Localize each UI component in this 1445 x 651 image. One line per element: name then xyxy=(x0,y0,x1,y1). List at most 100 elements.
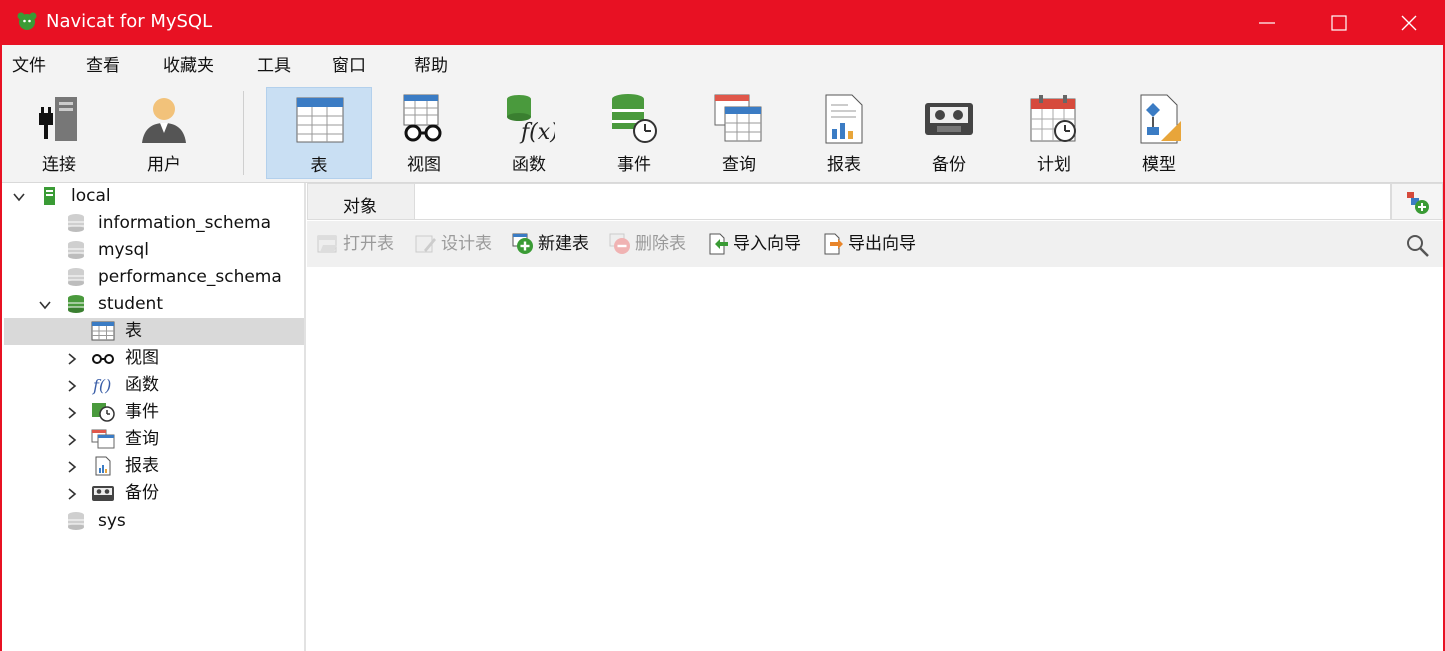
menu-help[interactable]: 帮助 xyxy=(414,56,448,76)
function-icon: f() xyxy=(92,376,111,395)
tree-item-reports[interactable]: 报表 xyxy=(4,453,304,480)
design-table-label: 设计表 xyxy=(441,234,492,254)
tree-db-sys[interactable]: sys xyxy=(4,508,304,535)
delete-table-button[interactable]: 删除表 xyxy=(609,233,699,255)
tree-label: information_schema xyxy=(98,213,272,233)
tree-label: local xyxy=(71,186,111,206)
tool-backup[interactable]: 备份 xyxy=(896,87,1002,179)
schedule-calendar-icon xyxy=(1030,95,1076,142)
tree-db-student[interactable]: student xyxy=(4,291,304,318)
tool-function-label: 函数 xyxy=(512,155,546,175)
tool-table-label: 表 xyxy=(310,156,328,176)
tree-label: student xyxy=(98,294,163,314)
object-panel: 对象 打开表 设计表 新建表 删除表 导入向导 导出向导 xyxy=(307,183,1443,651)
navicat-logo-icon xyxy=(17,12,37,30)
tree-db-information-schema[interactable]: information_schema xyxy=(4,210,304,237)
tool-function[interactable]: f(x) 函数 xyxy=(476,87,582,179)
tool-connection[interactable]: 连接 xyxy=(6,87,112,179)
chevron-right-icon[interactable] xyxy=(65,406,79,420)
close-button[interactable] xyxy=(1374,0,1444,45)
tab-strip xyxy=(415,183,1391,220)
tool-view[interactable]: 视图 xyxy=(371,87,477,179)
tool-connection-label: 连接 xyxy=(42,155,76,175)
tree-db-mysql[interactable]: mysql xyxy=(4,237,304,264)
tree-item-views[interactable]: 视图 xyxy=(4,345,304,372)
object-toolbar: 打开表 设计表 新建表 删除表 导入向导 导出向导 xyxy=(307,221,1443,267)
menu-favorites[interactable]: 收藏夹 xyxy=(163,56,214,76)
new-table-label: 新建表 xyxy=(538,234,589,254)
export-wizard-button[interactable]: 导出向导 xyxy=(822,233,927,255)
tree-label: 报表 xyxy=(125,456,159,476)
table-icon xyxy=(296,97,344,143)
menu-tools[interactable]: 工具 xyxy=(257,56,291,76)
tool-schedule[interactable]: 计划 xyxy=(1001,87,1107,179)
chevron-right-icon[interactable] xyxy=(65,460,79,474)
database-open-icon xyxy=(68,295,84,313)
tree-item-queries[interactable]: 查询 xyxy=(4,426,304,453)
tool-event[interactable]: 事件 xyxy=(581,87,687,179)
tool-model[interactable]: 模型 xyxy=(1106,87,1212,179)
main-toolbar: 连接 用户 表 视图 f(x) 函数 事件 查询 报表 备份 计划 模型 xyxy=(2,87,1443,183)
tool-user[interactable]: 用户 xyxy=(111,87,217,179)
database-icon xyxy=(68,241,84,259)
chevron-down-icon[interactable] xyxy=(12,190,26,204)
import-wizard-label: 导入向导 xyxy=(733,234,801,254)
database-icon xyxy=(68,214,84,232)
design-table-icon xyxy=(415,235,436,253)
tree-item-events[interactable]: 事件 xyxy=(4,399,304,426)
tool-model-label: 模型 xyxy=(1142,155,1176,175)
navigation-tree: local information_schema mysql performan… xyxy=(4,183,306,651)
tab-objects[interactable]: 对象 xyxy=(307,183,415,220)
tool-report-label: 报表 xyxy=(827,155,861,175)
tree-item-tables[interactable]: 表 xyxy=(4,318,304,345)
import-wizard-button[interactable]: 导入向导 xyxy=(707,233,812,255)
table-icon xyxy=(91,321,115,341)
close-icon xyxy=(1401,15,1417,31)
query-icon xyxy=(714,94,762,142)
search-icon[interactable] xyxy=(1405,233,1431,259)
tool-event-label: 事件 xyxy=(617,155,651,175)
object-list-area[interactable] xyxy=(307,267,1443,651)
menu-file[interactable]: 文件 xyxy=(12,56,46,76)
open-table-button[interactable]: 打开表 xyxy=(317,233,407,255)
import-wizard-icon xyxy=(709,233,728,255)
report-icon xyxy=(95,456,111,476)
maximize-button[interactable] xyxy=(1304,0,1374,45)
tool-report[interactable]: 报表 xyxy=(791,87,897,179)
tool-query-label: 查询 xyxy=(722,155,756,175)
tree-item-backups[interactable]: 备份 xyxy=(4,480,304,507)
tree-label: 表 xyxy=(125,321,142,341)
tree-label: mysql xyxy=(98,240,149,260)
tree-label: 事件 xyxy=(125,402,159,422)
delete-table-label: 删除表 xyxy=(635,234,686,254)
menu-view[interactable]: 查看 xyxy=(86,56,120,76)
chevron-right-icon[interactable] xyxy=(65,379,79,393)
tree-db-performance-schema[interactable]: performance_schema xyxy=(4,264,304,291)
query-icon xyxy=(91,429,115,449)
chevron-right-icon[interactable] xyxy=(65,433,79,447)
tool-query[interactable]: 查询 xyxy=(686,87,792,179)
chevron-right-icon[interactable] xyxy=(65,487,79,501)
model-icon xyxy=(1140,94,1181,144)
minimize-button[interactable] xyxy=(1232,0,1302,45)
design-table-button[interactable]: 设计表 xyxy=(415,233,505,255)
tool-table[interactable]: 表 xyxy=(266,87,372,179)
tree-item-functions[interactable]: f() 函数 xyxy=(4,372,304,399)
chevron-down-icon[interactable] xyxy=(38,298,52,312)
view-glasses-icon xyxy=(92,354,114,364)
delete-table-icon xyxy=(609,233,630,254)
tool-view-label: 视图 xyxy=(407,155,441,175)
open-table-label: 打开表 xyxy=(343,234,394,254)
event-clock-icon xyxy=(612,94,657,143)
tree-label: 备份 xyxy=(125,483,159,503)
user-icon xyxy=(142,98,186,143)
chevron-right-icon[interactable] xyxy=(65,352,79,366)
event-clock-icon xyxy=(92,403,115,422)
svg-text:f(x): f(x) xyxy=(519,120,555,145)
toolbar-separator xyxy=(243,91,244,175)
new-table-button[interactable]: 新建表 xyxy=(512,233,602,255)
new-object-tab-button[interactable] xyxy=(1391,183,1443,220)
tree-connection-local[interactable]: local xyxy=(4,183,304,210)
tool-user-label: 用户 xyxy=(147,155,181,175)
menu-window[interactable]: 窗口 xyxy=(332,56,366,76)
